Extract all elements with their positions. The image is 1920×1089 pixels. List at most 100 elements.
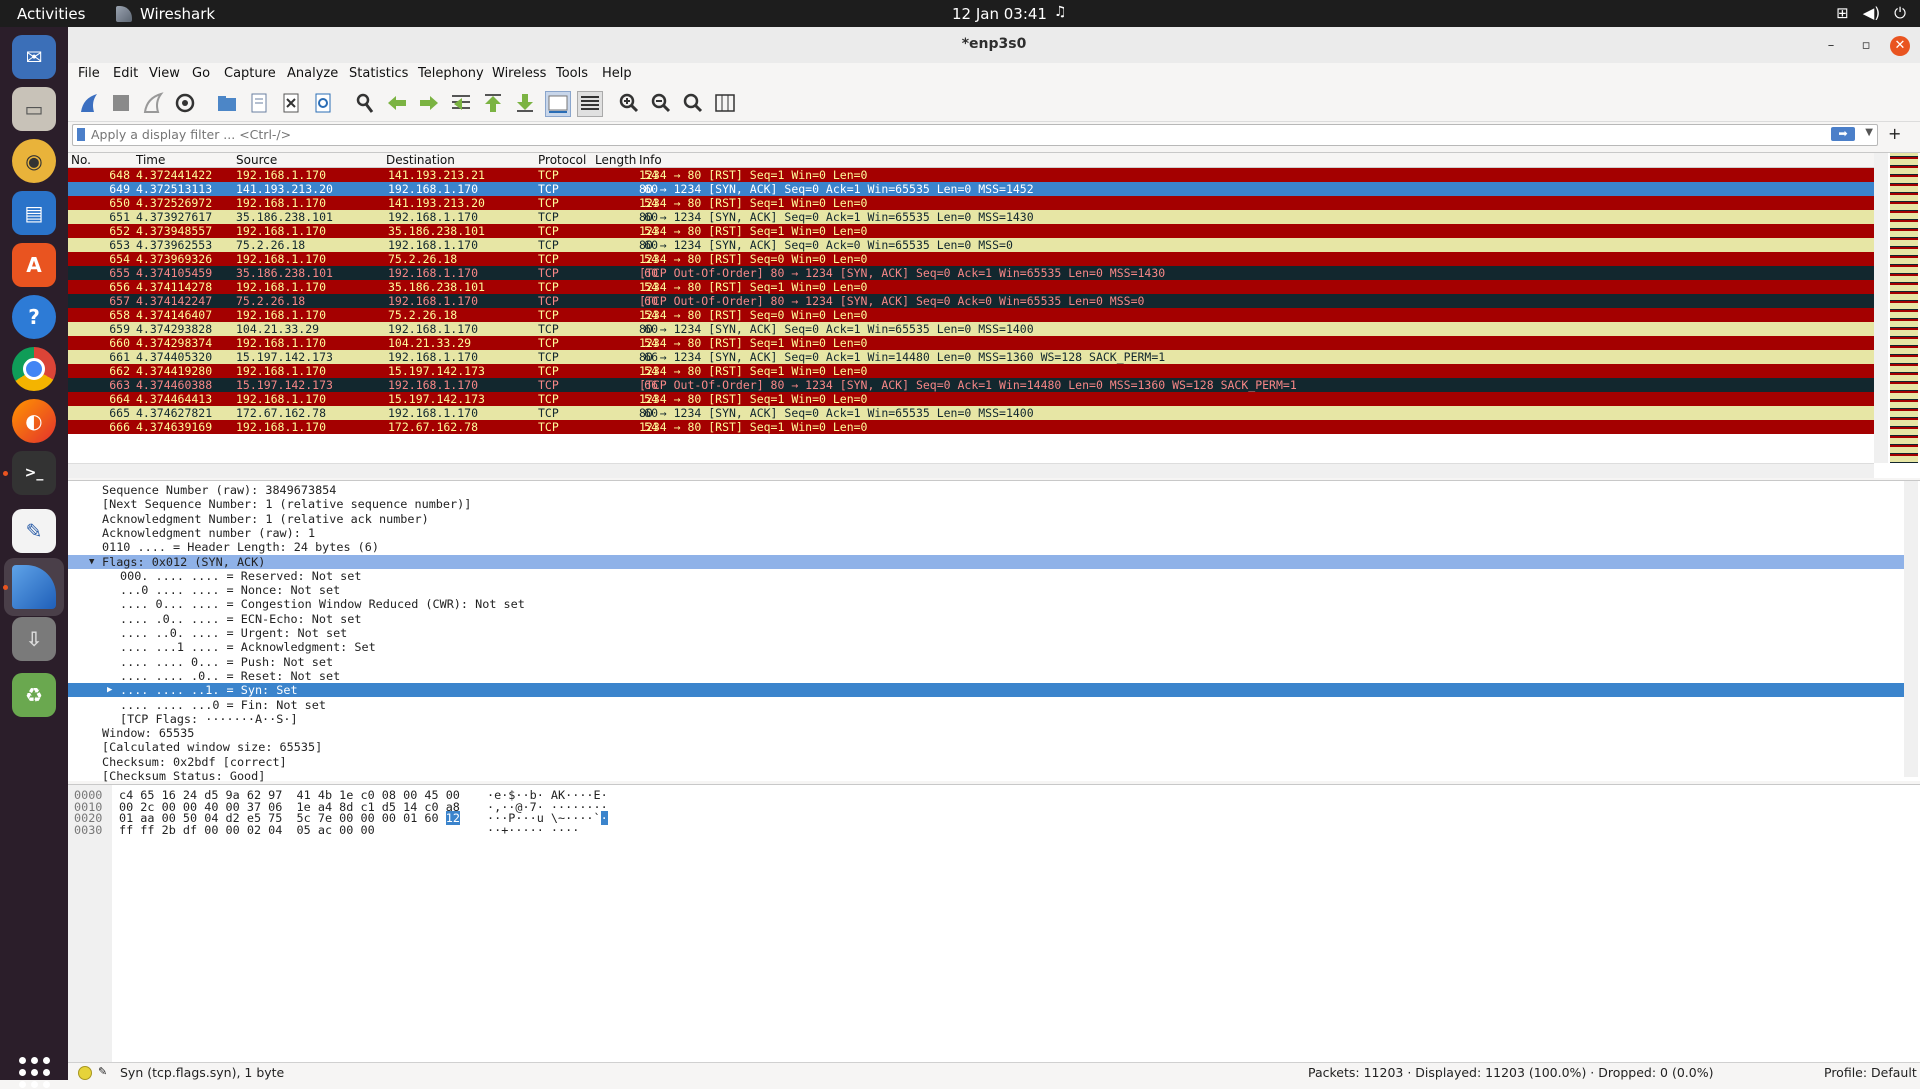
open-file-icon[interactable] <box>215 91 239 115</box>
rhythmbox-icon[interactable]: ◉ <box>12 139 56 183</box>
detail-row[interactable]: 000. .... .... = Reserved: Not set <box>68 569 1904 583</box>
menu-help[interactable]: Help <box>602 66 632 81</box>
detail-row[interactable]: ▼ Flags: 0x012 (SYN, ACK) <box>68 554 1904 569</box>
hex-ascii[interactable]: ··+····· ···· <box>487 823 579 837</box>
colorize-icon[interactable] <box>577 91 603 117</box>
packet-row[interactable]: 651 4.373927617 35.186.238.101 192.168.1.17… <box>68 210 1874 224</box>
close-file-icon[interactable] <box>279 91 303 115</box>
expand-arrow-icon[interactable]: ▶ <box>107 683 112 697</box>
details-scrollbar[interactable] <box>1904 481 1918 777</box>
detail-row[interactable]: Acknowledgment number (raw): 1 <box>68 526 1904 540</box>
zoom-normal-icon[interactable] <box>681 91 705 115</box>
detail-row[interactable]: .... .... 0... = Push: Not set <box>68 655 1904 669</box>
detail-row[interactable]: .... 0... .... = Congestion Window Reduc… <box>68 597 1904 611</box>
packet-row[interactable]: 665 4.374627821 172.67.162.78 192.168.1.170… <box>68 406 1874 420</box>
menu-go[interactable]: Go <box>192 66 210 81</box>
detail-row[interactable]: ▶ .... .... ..1. = Syn: Set <box>68 683 1904 698</box>
packet-row[interactable]: 656 4.374114278 192.168.1.170 35.186.238.10… <box>68 280 1874 294</box>
menu-analyze[interactable]: Analyze <box>287 66 338 81</box>
packet-row[interactable]: 654 4.373969326 192.168.1.170 75.2.26.18 TCP… <box>68 252 1874 266</box>
detail-row[interactable]: Checksum: 0x2bdf [correct] <box>68 755 1904 769</box>
menu-file[interactable]: File <box>78 66 100 81</box>
activities-button[interactable]: Activities <box>17 5 85 23</box>
close-button[interactable]: ✕ <box>1890 36 1910 56</box>
app-menu[interactable]: Wireshark <box>116 5 215 23</box>
usb-drive-icon[interactable]: ⇩ <box>12 617 56 661</box>
start-capture-icon[interactable] <box>77 91 101 115</box>
detail-row[interactable]: 0110 .... = Header Length: 24 bytes (6) <box>68 540 1904 554</box>
hex-bytes[interactable]: ff ff 2b df 00 00 02 04 05 ac 00 00 <box>119 823 375 837</box>
go-first-packet-icon[interactable] <box>481 91 505 115</box>
apply-filter-arrow-icon[interactable]: ➡ <box>1831 127 1855 141</box>
menu-capture[interactable]: Capture <box>224 66 276 81</box>
packet-row[interactable]: 659 4.374293828 104.21.33.29 192.168.1.170 T… <box>68 322 1874 336</box>
firefox-icon[interactable]: ◐ <box>12 399 56 443</box>
packet-row[interactable]: 655 4.374105459 35.186.238.101 192.168.1.17… <box>68 266 1874 280</box>
zoom-in-icon[interactable] <box>617 91 641 115</box>
packet-row[interactable]: 666 4.374639169 192.168.1.170 172.67.162.78… <box>68 420 1874 434</box>
files-icon[interactable]: ▭ <box>12 87 56 131</box>
reload-file-icon[interactable] <box>311 91 335 115</box>
detail-row[interactable]: [TCP Flags: ·······A··S·] <box>68 712 1904 726</box>
status-profile[interactable]: Profile: Default <box>1824 1065 1917 1080</box>
column-header-time[interactable]: Time <box>136 153 165 167</box>
detail-row[interactable]: [Next Sequence Number: 1 (relative seque… <box>68 497 1904 511</box>
packet-row[interactable]: 662 4.374419280 192.168.1.170 15.197.142.17… <box>68 364 1874 378</box>
packet-row[interactable]: 648 4.372441422 192.168.1.170 141.193.213.2… <box>68 168 1874 182</box>
detail-row[interactable]: .... .0.. .... = ECN-Echo: Not set <box>68 612 1904 626</box>
menu-telephony[interactable]: Telephony <box>418 66 484 81</box>
collapse-arrow-icon[interactable]: ▼ <box>89 555 94 569</box>
column-header-no[interactable]: No. <box>71 153 91 167</box>
capture-options-icon[interactable] <box>173 91 197 115</box>
detail-row[interactable]: .... .... .0.. = Reset: Not set <box>68 669 1904 683</box>
detail-row[interactable]: .... ...1 .... = Acknowledgment: Set <box>68 640 1904 654</box>
clock[interactable]: 12 Jan 03:41 <box>952 5 1047 23</box>
expert-info-led-icon[interactable] <box>78 1066 92 1080</box>
packet-row[interactable]: 653 4.373962553 75.2.26.18 192.168.1.170 TCP… <box>68 238 1874 252</box>
zoom-out-icon[interactable] <box>649 91 673 115</box>
chrome-icon[interactable] <box>12 347 56 391</box>
find-packet-icon[interactable] <box>353 91 377 115</box>
go-back-icon[interactable] <box>385 91 409 115</box>
help-icon[interactable]: ? <box>12 295 56 339</box>
menu-edit[interactable]: Edit <box>113 66 138 81</box>
save-file-icon[interactable] <box>247 91 271 115</box>
writer-icon[interactable]: ▤ <box>12 191 56 235</box>
trash-icon[interactable]: ♻ <box>12 673 56 717</box>
column-header-source[interactable]: Source <box>236 153 277 167</box>
column-header-protocol[interactable]: Protocol <box>538 153 586 167</box>
detail-row[interactable]: Sequence Number (raw): 3849673854 <box>68 483 1904 497</box>
minimize-button[interactable]: – <box>1821 36 1841 56</box>
packet-row[interactable]: 664 4.374464413 192.168.1.170 15.197.142.17… <box>68 392 1874 406</box>
edit-comment-icon[interactable]: ✎ <box>98 1065 107 1078</box>
detail-row[interactable]: Acknowledgment Number: 1 (relative ack n… <box>68 512 1904 526</box>
menu-tools[interactable]: Tools <box>556 66 588 81</box>
menu-wireless[interactable]: Wireless <box>492 66 546 81</box>
detail-row[interactable]: Window: 65535 <box>68 726 1904 740</box>
detail-row[interactable]: .... .... ...0 = Fin: Not set <box>68 698 1904 712</box>
system-tray[interactable]: ⊞ ◀) ⏻ <box>1836 4 1906 22</box>
packet-row[interactable]: 650 4.372526972 192.168.1.170 141.193.213.2… <box>68 196 1874 210</box>
column-header-length[interactable]: Length <box>595 153 636 167</box>
go-forward-icon[interactable] <box>417 91 441 115</box>
menu-statistics[interactable]: Statistics <box>349 66 408 81</box>
text-editor-icon[interactable]: ✎ <box>12 509 56 553</box>
show-apps-icon[interactable] <box>19 1057 51 1089</box>
hex-ascii-selected[interactable]: · <box>600 811 608 826</box>
packet-row[interactable]: 657 4.374142247 75.2.26.18 192.168.1.170 TCP… <box>68 294 1874 308</box>
detail-row[interactable]: .... ..0. .... = Urgent: Not set <box>68 626 1904 640</box>
packet-row[interactable]: 649 4.372513113 141.193.213.20 192.168.1.17… <box>68 182 1874 196</box>
go-last-packet-icon[interactable] <box>513 91 537 115</box>
chevron-down-icon[interactable]: ▼ <box>1865 127 1873 138</box>
terminal-icon[interactable]: >_ <box>12 451 56 495</box>
title-bar[interactable]: *enp3s0 – ▫ ✕ <box>68 27 1920 64</box>
hex-selected-byte[interactable]: 12 <box>445 811 460 826</box>
software-center-icon[interactable]: A <box>12 243 56 287</box>
restart-capture-icon[interactable] <box>141 91 165 115</box>
display-filter-input[interactable] <box>91 126 1831 142</box>
column-header-destination[interactable]: Destination <box>386 153 455 167</box>
column-header-info[interactable]: Info <box>639 153 662 167</box>
detail-row[interactable]: [Checksum Status: Good] <box>68 769 1904 783</box>
packet-row[interactable]: 661 4.374405320 15.197.142.173 192.168.1.17… <box>68 350 1874 364</box>
packet-row[interactable]: 652 4.373948557 192.168.1.170 35.186.238.10… <box>68 224 1874 238</box>
